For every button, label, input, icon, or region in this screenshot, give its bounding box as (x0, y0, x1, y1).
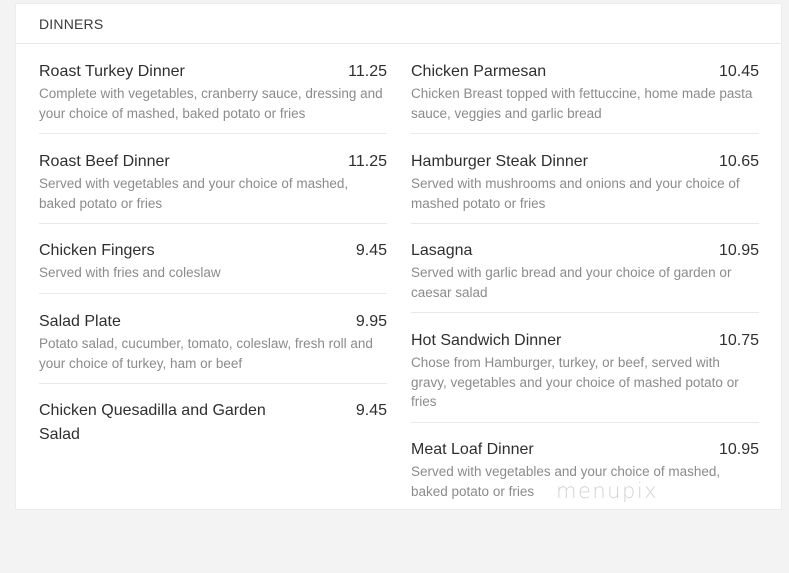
section-title: DINNERS (16, 4, 781, 44)
menu-item-price: 10.95 (718, 242, 759, 259)
menu-item[interactable]: Roast Turkey Dinner 11.25 Complete with … (39, 60, 387, 134)
menu-item-price: 9.45 (355, 402, 387, 419)
menu-item-description: Served with vegetables and your choice o… (39, 176, 349, 211)
menu-item-name: Roast Turkey Dinner (39, 63, 185, 80)
menu-item-description: Served with garlic bread and your choice… (411, 265, 732, 300)
menu-item-price: 10.45 (718, 63, 759, 80)
menu-card: DINNERS Roast Turkey Dinner 11.25 Comple… (15, 3, 782, 510)
menu-item-name: Chicken Quesadilla and Garden Salad (39, 402, 266, 443)
menu-item-name: Chicken Fingers (39, 242, 155, 259)
menu-item-name: Lasagna (411, 242, 473, 259)
menu-item[interactable]: Chicken Quesadilla and Garden Salad 9.45 (39, 399, 387, 449)
menu-item-description: Potato salad, cucumber, tomato, coleslaw… (39, 336, 373, 371)
menu-item-price: 10.95 (718, 441, 759, 458)
menu-item-name: Salad Plate (39, 313, 121, 330)
menu-item-price: 11.25 (348, 153, 387, 170)
menu-item[interactable]: Hot Sandwich Dinner 10.75 Chose from Ham… (411, 329, 759, 423)
menu-item[interactable]: Salad Plate 9.95 Potato salad, cucumber,… (39, 310, 387, 384)
menu-item-price: 9.45 (355, 242, 387, 259)
menu-item-description: Chicken Breast topped with fettuccine, h… (411, 86, 753, 121)
menu-item-name: Chicken Parmesan (411, 63, 547, 80)
menu-item[interactable]: Chicken Parmesan 10.45 Chicken Breast to… (411, 60, 759, 134)
menu-item[interactable]: Lasagna 10.95 Served with garlic bread a… (411, 239, 759, 313)
menu-item-description: Served with mushrooms and onions and you… (411, 176, 740, 211)
menupix-watermark: menupix (556, 479, 659, 503)
menu-item[interactable]: Roast Beef Dinner 11.25 Served with vege… (39, 150, 387, 224)
menu-item-price: 10.65 (718, 153, 759, 170)
menu-item-name: Hamburger Steak Dinner (411, 153, 588, 170)
menu-item-price: 11.25 (348, 63, 387, 80)
menu-item-price: 9.95 (355, 313, 387, 330)
menu-item[interactable]: Hamburger Steak Dinner 10.65 Served with… (411, 150, 759, 224)
menu-item-name: Roast Beef Dinner (39, 153, 170, 170)
menu-item[interactable]: Chicken Fingers 9.45 Served with fries a… (39, 239, 387, 294)
menu-item-name: Meat Loaf Dinner (411, 441, 534, 458)
menu-item-name: Hot Sandwich Dinner (411, 332, 562, 349)
menu-item-description: Chose from Hamburger, turkey, or beef, s… (411, 355, 739, 409)
menu-item-description: Served with fries and coleslaw (39, 265, 221, 280)
menu-item-price: 10.75 (718, 332, 759, 349)
menu-item-description: Complete with vegetables, cranberry sauc… (39, 86, 383, 121)
